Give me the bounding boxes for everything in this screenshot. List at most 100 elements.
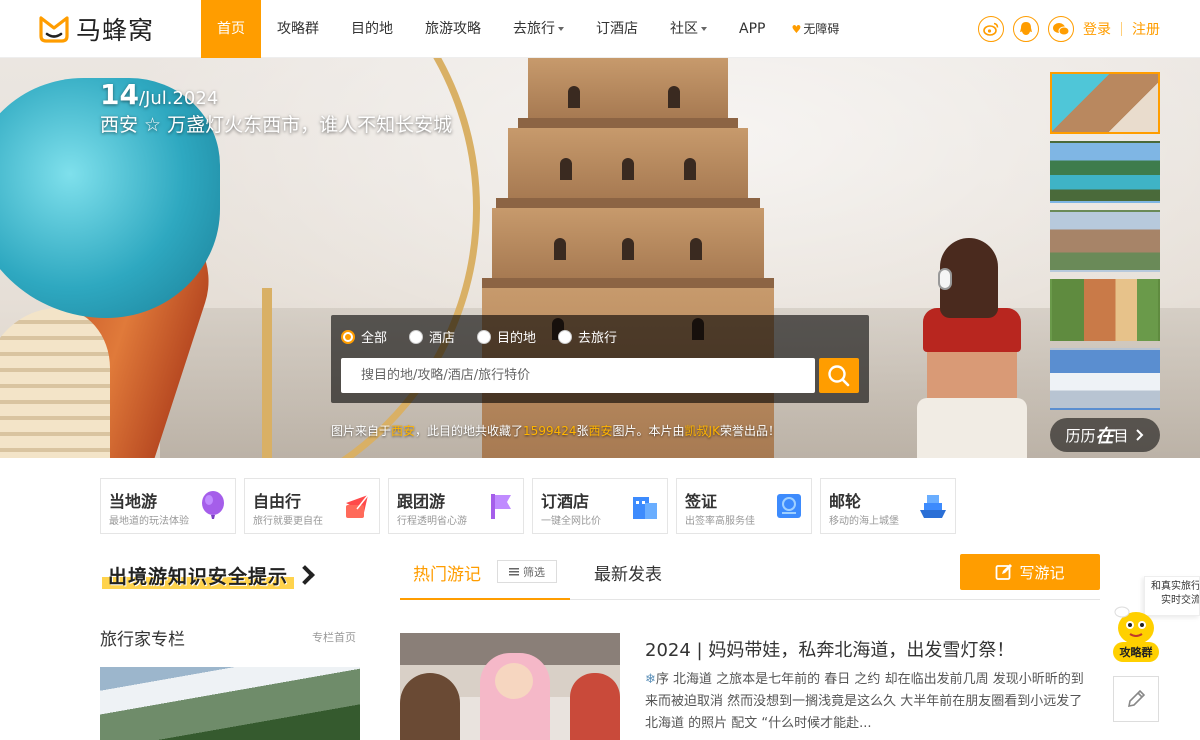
radio-go-travel-label: 去旅行	[578, 331, 618, 346]
chevron-right-icon	[1135, 429, 1143, 441]
pagoda-window	[568, 86, 580, 108]
heart-icon: ♥	[791, 23, 802, 36]
hero-thumbnails	[1050, 72, 1160, 417]
nav-go-travel[interactable]: 去旅行	[497, 0, 580, 58]
nav-destination[interactable]: 目的地	[335, 0, 409, 58]
nav-community-label: 社区	[670, 21, 698, 37]
divider	[1121, 22, 1122, 36]
chevron-down-icon	[701, 27, 707, 31]
woman-skirt	[917, 398, 1027, 458]
hero-thumb-4[interactable]	[1050, 279, 1160, 341]
snowflake-icon: ❄	[645, 672, 656, 687]
post-thumbnail[interactable]	[400, 633, 620, 740]
nav-app[interactable]: APP	[723, 0, 781, 58]
category-subtitle: 旅行就要更自在	[253, 516, 323, 527]
search-icon	[828, 364, 850, 386]
photo-child	[400, 673, 460, 740]
edit-icon	[996, 564, 1013, 580]
radio-hotel-label: 酒店	[429, 331, 456, 346]
top-header: 马蜂窝 首页 攻略群 目的地 旅游攻略 去旅行 订酒店 社区 APP ♥ 无障碍 …	[0, 0, 1200, 58]
hero-title[interactable]: 西安 ☆ 万盏灯火东西市，谁人不知长安城	[100, 110, 452, 137]
credit-place-link[interactable]: 西安	[589, 424, 613, 438]
photo-credit: 图片来自于西安，此目的地共收藏了1599424张西安图片。本片由凯叔JK荣誉出品…	[331, 422, 780, 439]
hero-thumb-3[interactable]	[1050, 210, 1160, 272]
radio-hotel[interactable]: 酒店	[409, 327, 455, 346]
pagoda-window	[560, 158, 572, 180]
nav-travel-guide-label: 旅游攻略	[425, 21, 481, 37]
pagoda-eave	[518, 118, 738, 128]
credit-place-link[interactable]: 西安	[391, 424, 415, 438]
credit-text: 张	[576, 424, 589, 438]
hero-thumb-2[interactable]	[1050, 141, 1160, 203]
chevron-right-icon	[295, 565, 315, 585]
pagoda-window	[622, 238, 634, 260]
nav-go-travel-label: 去旅行	[513, 21, 555, 37]
category-title: 邮轮	[829, 492, 862, 511]
tab-hot-travelogues[interactable]: 热门游记	[413, 560, 481, 585]
write-travelogue-label: 写游记	[1019, 563, 1065, 582]
wechat-icon[interactable]	[1048, 16, 1074, 42]
post-title[interactable]: 2024 | 妈妈带娃，私奔北海道，出发雪灯祭！	[645, 636, 1014, 662]
column-cover-image[interactable]	[100, 667, 360, 740]
radio-destination[interactable]: 目的地	[477, 327, 536, 346]
brand-name: 马蜂窝	[76, 16, 155, 45]
nav-home[interactable]: 首页	[201, 0, 261, 58]
category-visa[interactable]: 签证 出签率高服务佳	[676, 478, 812, 534]
main-nav: 首页 攻略群 目的地 旅游攻略 去旅行 订酒店 社区 APP ♥ 无障碍	[201, 0, 849, 58]
list-icon	[509, 567, 519, 576]
hero-day: 14	[100, 78, 139, 111]
nav-guide-group-label: 攻略群	[277, 21, 319, 37]
plane-icon	[346, 494, 369, 518]
radio-go-travel[interactable]: 去旅行	[558, 327, 617, 346]
column-home-link[interactable]: 专栏首页	[312, 629, 356, 645]
filter-button[interactable]: 筛选	[497, 560, 557, 583]
post-summary-text: 序 北海道 之旅本是七年前的 春日 之约 却在临出发前几周 发现小昕昕的到来而被…	[645, 672, 1084, 731]
radio-dot	[341, 329, 355, 344]
pagoda-eave	[496, 198, 760, 208]
category-free-travel[interactable]: 自由行 旅行就要更自在	[244, 478, 380, 534]
qq-icon[interactable]	[1013, 16, 1039, 42]
radio-all[interactable]: 全部	[341, 327, 387, 346]
nav-home-label: 首页	[217, 21, 245, 37]
hero-thumb-5[interactable]	[1050, 348, 1160, 410]
balloon-icon	[202, 491, 224, 519]
logo[interactable]: 马蜂窝	[38, 12, 154, 46]
search-button[interactable]	[819, 358, 859, 393]
register-link[interactable]: 注册	[1132, 19, 1160, 39]
category-hotel[interactable]: 订酒店 一键全网比价	[532, 478, 668, 534]
nav-community[interactable]: 社区	[654, 0, 723, 58]
liliz-button[interactable]: 历历在目	[1050, 418, 1160, 452]
tab-latest[interactable]: 最新发表	[594, 560, 662, 585]
category-group-tour[interactable]: 跟团游 行程透明省心游	[388, 478, 524, 534]
weibo-icon[interactable]	[978, 16, 1004, 42]
nav-accessibility-label: 无障碍	[803, 22, 840, 36]
category-cruise[interactable]: 邮轮 移动的海上城堡	[820, 478, 956, 534]
search-input[interactable]	[341, 358, 815, 393]
write-travelogue-button[interactable]: 写游记	[960, 554, 1100, 590]
safety-tips-link[interactable]: 出境游知识安全提示	[102, 558, 315, 592]
photo-child-face	[495, 663, 533, 699]
category-local-tour[interactable]: 当地游 最地道的玩法体验	[100, 478, 236, 534]
nav-accessibility[interactable]: ♥ 无障碍	[781, 0, 849, 58]
pagoda-window	[690, 238, 702, 260]
post-summary[interactable]: ❄序 北海道 之旅本是七年前的 春日 之约 却在临出发前几周 发现小昕昕的到来而…	[645, 669, 1095, 735]
nav-guide-group[interactable]: 攻略群	[261, 0, 335, 58]
credit-author-link[interactable]: 凯叔JK	[685, 424, 720, 438]
category-subtitle: 出签率高服务佳	[685, 516, 755, 527]
login-link[interactable]: 登录	[1083, 19, 1111, 39]
nav-hotel[interactable]: 订酒店	[580, 0, 654, 58]
hero-banner[interactable]: 14/Jul.2024 西安 ☆ 万盏灯火东西市，谁人不知长安城 历历在目 全部…	[0, 58, 1200, 458]
category-title: 签证	[685, 492, 718, 511]
radio-dot	[477, 329, 492, 344]
nav-travel-guide[interactable]: 旅游攻略	[409, 0, 497, 58]
pagoda-window	[554, 238, 566, 260]
column-title: 旅行家专栏	[100, 630, 185, 650]
credit-text: 荣誉出品！	[719, 424, 780, 438]
floating-edit-button[interactable]	[1113, 676, 1159, 722]
hero-thumb-1[interactable]	[1050, 72, 1160, 134]
hero-month: /Jul.2024	[138, 88, 219, 109]
nav-destination-label: 目的地	[351, 21, 393, 37]
chevron-down-icon	[558, 27, 564, 31]
guide-group-badge[interactable]: 攻略群	[1113, 642, 1159, 662]
radio-destination-label: 目的地	[497, 331, 537, 346]
